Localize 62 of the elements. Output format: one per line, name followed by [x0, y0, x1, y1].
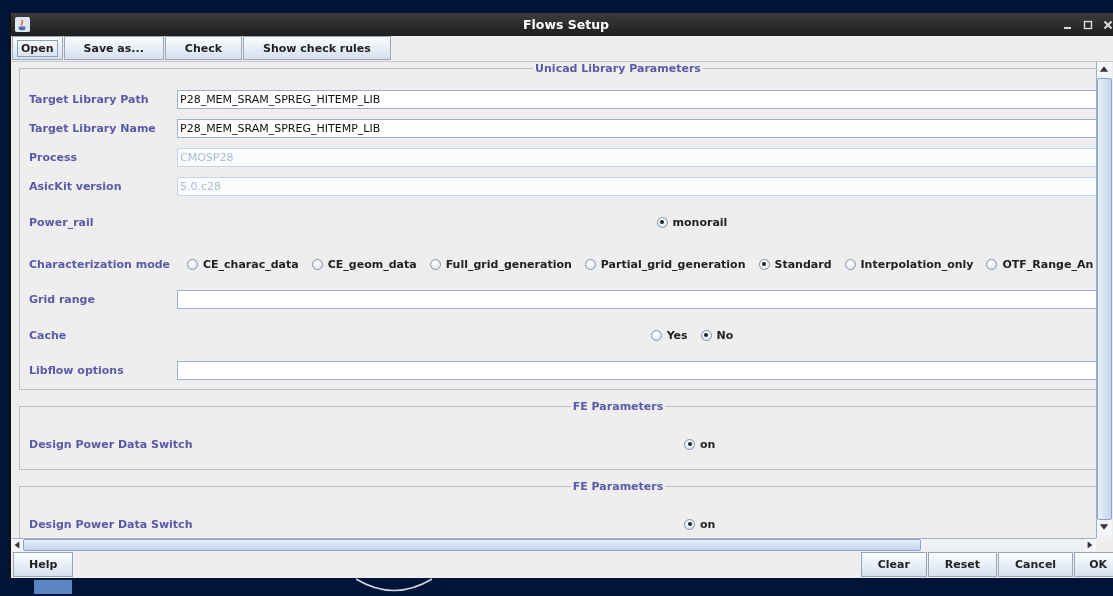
- radio-button[interactable]: No: [700, 328, 734, 342]
- radio-icon[interactable]: [187, 258, 198, 270]
- radio-button[interactable]: Full_grid_generation: [429, 257, 572, 271]
- radio-button[interactable]: monorail: [656, 215, 728, 229]
- field-label: Target Library Path: [29, 93, 150, 106]
- dialog-button[interactable]: Reset: [927, 551, 998, 577]
- radio-icon[interactable]: [844, 258, 856, 270]
- text-field[interactable]: P28_MEM_SRAM_SPREG_HITEMP_LIB: [177, 90, 1096, 109]
- horizontal-scrollbar[interactable]: [11, 538, 1096, 550]
- scroll-right-icon[interactable]: [1084, 538, 1096, 551]
- field-label: Process: [29, 151, 79, 164]
- toolbar-button[interactable]: Check: [164, 36, 243, 60]
- radio-button[interactable]: CE_charac_data: [187, 257, 299, 271]
- radio-button[interactable]: CE_geom_data: [311, 257, 417, 271]
- radio-icon[interactable]: [700, 329, 712, 341]
- dialog-button[interactable]: Help: [13, 551, 74, 577]
- close-icon[interactable]: [1103, 19, 1113, 30]
- radio-icon[interactable]: [650, 329, 662, 341]
- section-title: FE Parameters: [571, 400, 665, 413]
- radio-button[interactable]: OTF_Range_An: [986, 257, 1094, 271]
- dialog-button[interactable]: Cancel: [998, 551, 1074, 577]
- field-label: AsicKit version: [29, 180, 123, 193]
- radio-button[interactable]: on: [684, 437, 716, 451]
- radio-icon[interactable]: [684, 438, 696, 450]
- radio-button[interactable]: Yes: [650, 328, 688, 342]
- field-label: Grid range: [29, 293, 96, 306]
- radio-icon[interactable]: [684, 518, 696, 530]
- window-title: Flows Setup: [522, 17, 610, 32]
- field-label: Design Power Data Switch: [29, 437, 193, 451]
- radio-button[interactable]: Standard: [758, 257, 832, 271]
- show-rules-button[interactable]: Show check rules: [243, 36, 391, 60]
- field-label: Cache: [29, 328, 68, 342]
- vertical-scrollbar[interactable]: [1096, 62, 1112, 538]
- field-label: Power_rail: [29, 215, 95, 229]
- cup-icon: [15, 17, 30, 32]
- radio-icon[interactable]: [986, 258, 998, 270]
- radio-icon[interactable]: [311, 258, 323, 270]
- scroll-left-icon[interactable]: [11, 538, 23, 551]
- section-title: Unicad Library Parameters: [534, 62, 702, 75]
- toolbar-button[interactable]: Save as...: [63, 36, 164, 60]
- scroll-up-icon[interactable]: [1097, 62, 1111, 76]
- text-field[interactable]: [177, 290, 1096, 309]
- radio-icon[interactable]: [429, 258, 441, 270]
- field-label: Design Power Data Switch: [29, 517, 193, 531]
- dialog-button[interactable]: Clear: [860, 551, 927, 577]
- dialog-button[interactable]: OK: [1074, 551, 1113, 577]
- section-title: FE Parameters: [571, 480, 665, 493]
- field-label: Target Library Name: [29, 122, 157, 135]
- radio-button[interactable]: Interpolation_only: [844, 257, 974, 271]
- radio-icon[interactable]: [758, 258, 770, 270]
- toolbar-button[interactable]: Open: [12, 36, 63, 60]
- radio-icon[interactable]: [656, 216, 668, 228]
- scroll-down-icon[interactable]: [1097, 520, 1111, 534]
- maximize-icon[interactable]: [1083, 19, 1093, 30]
- radio-button[interactable]: on: [684, 517, 716, 531]
- field-label: Characterization mode: [29, 257, 172, 271]
- radio-button[interactable]: Partial_grid_generation: [584, 257, 746, 271]
- radio-icon[interactable]: [584, 258, 596, 270]
- text-field[interactable]: [177, 361, 1096, 380]
- taskbar-tile[interactable]: [34, 580, 72, 594]
- field-label: Libflow options: [29, 364, 125, 377]
- text-field[interactable]: P28_MEM_SRAM_SPREG_HITEMP_LIB: [177, 119, 1096, 138]
